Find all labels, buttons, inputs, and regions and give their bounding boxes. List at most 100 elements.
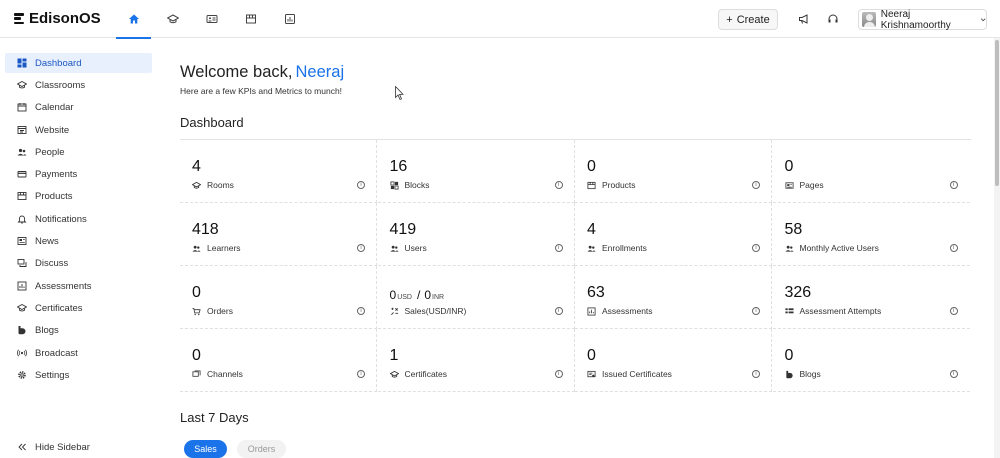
graduation-cap-icon <box>17 80 27 90</box>
sidebar-item-news[interactable]: News <box>5 231 152 251</box>
kpi-label: Users <box>404 243 427 253</box>
info-icon[interactable]: i <box>949 181 958 189</box>
id-card-icon <box>206 15 217 23</box>
headset-icon <box>828 14 838 23</box>
kpi-card-rooms: 4 Rooms i <box>180 140 377 203</box>
kpi-card-pages: 0 Pages i <box>772 140 970 203</box>
kpi-value: 326 <box>784 284 812 301</box>
kpi-value: 0 <box>784 347 794 364</box>
sidebar-item-discuss[interactable]: Discuss <box>5 253 152 273</box>
tab-classrooms[interactable] <box>153 0 192 38</box>
sidebar-item-people[interactable]: People <box>5 142 152 162</box>
sales-toggle-button[interactable]: Sales <box>184 440 227 458</box>
info-icon[interactable]: i <box>752 181 760 189</box>
tab-reports[interactable] <box>270 0 309 38</box>
user-menu[interactable]: Neeraj Krishnamoorthy <box>858 8 987 31</box>
top-bar: EdisonOS + Create Neeraj Krishnamoorthy <box>0 0 1000 39</box>
kpi-value: 16 <box>389 158 408 175</box>
kpi-value: 4 <box>192 158 201 175</box>
kpi-card-assessments: 63 Assessments i <box>575 266 772 329</box>
calendar-icon <box>17 102 27 112</box>
sidebar-item-classrooms[interactable]: Classrooms <box>5 75 152 95</box>
certificate-icon <box>17 303 27 313</box>
kpi-card-issued-certificates: 0 Issued Certificates i <box>575 329 772 392</box>
sidebar-item-website[interactable]: Website <box>5 120 152 140</box>
sidebar-item-label: Dashboard <box>35 57 82 69</box>
kpi-card-sales-usd-inr: 0USD/0INR Sales(USD/INR) i <box>377 266 575 329</box>
tab-home[interactable] <box>114 0 153 39</box>
certificate-icon <box>587 370 596 379</box>
orders-toggle-button[interactable]: Orders <box>237 440 286 458</box>
assessments-icon <box>17 281 27 291</box>
info-icon[interactable]: i <box>752 307 760 315</box>
kpi-label: Pages <box>799 180 824 190</box>
welcome-user-name: Neeraj <box>295 63 345 81</box>
sidebar-item-label: Certificates <box>35 302 83 314</box>
info-icon[interactable]: i <box>357 181 365 189</box>
sidebar-item-blogs[interactable]: Blogs <box>5 320 152 340</box>
sidebar-item-calendar[interactable]: Calendar <box>5 97 152 117</box>
info-icon[interactable]: i <box>554 244 563 252</box>
info-icon[interactable]: i <box>554 307 563 315</box>
sidebar-item-settings[interactable]: Settings <box>5 365 152 385</box>
dashboard-icon <box>17 58 27 68</box>
tab-store[interactable] <box>231 0 270 38</box>
info-icon[interactable]: i <box>752 370 760 378</box>
sidebar-item-label: News <box>35 235 59 247</box>
info-icon[interactable]: i <box>949 307 958 315</box>
tab-people[interactable] <box>192 0 231 38</box>
logo-icon <box>14 13 24 24</box>
user-name: Neeraj Krishnamoorthy <box>880 8 951 31</box>
kpi-label-row: Certificates <box>389 369 448 379</box>
sales-usd: 0 <box>389 288 397 302</box>
double-chevron-left-icon <box>17 442 27 452</box>
graduation-cap-icon <box>166 14 179 24</box>
sidebar-item-certificates[interactable]: Certificates <box>5 298 152 318</box>
app-logo[interactable]: EdisonOS <box>14 10 101 27</box>
info-icon[interactable]: i <box>949 370 958 378</box>
people-icon <box>17 147 27 157</box>
sidebar-item-label: Broadcast <box>35 347 78 359</box>
create-button[interactable]: + Create <box>718 9 778 30</box>
kpi-label: Issued Certificates <box>602 369 672 379</box>
sidebar-item-products[interactable]: Products <box>5 186 152 206</box>
info-icon[interactable]: i <box>554 370 563 378</box>
kpi-card-assessment-attempts: 326 Assessment Attempts i <box>772 266 970 329</box>
info-icon[interactable]: i <box>554 181 563 189</box>
info-icon[interactable]: i <box>357 244 365 252</box>
pages-icon <box>784 181 794 190</box>
info-icon[interactable]: i <box>752 244 760 252</box>
scrollbar-thumb[interactable] <box>995 40 999 186</box>
hide-sidebar-button[interactable]: Hide Sidebar <box>5 437 152 457</box>
kpi-card-products: 0 Products i <box>575 140 772 203</box>
kpi-label: Blocks <box>404 180 430 190</box>
megaphone-icon <box>799 14 808 24</box>
kpi-label-row: Pages <box>784 180 824 190</box>
people-icon <box>587 244 596 253</box>
kpi-label: Certificates <box>404 369 448 379</box>
kpi-value: 0USD/0INR <box>390 288 448 302</box>
kpi-label: Assessment Attempts <box>799 306 882 316</box>
kpi-label-row: Users <box>389 243 427 253</box>
info-icon[interactable]: i <box>949 244 958 252</box>
info-icon[interactable]: i <box>357 307 365 315</box>
kpi-label: Assessments <box>602 306 653 316</box>
sidebar-item-assessments[interactable]: Assessments <box>5 276 152 296</box>
kpi-label: Channels <box>207 369 243 379</box>
sidebar-item-dashboard[interactable]: Dashboard <box>5 53 152 73</box>
sidebar-item-payments[interactable]: Payments <box>5 164 152 184</box>
kpi-label-row: Assessments <box>587 306 653 316</box>
scrollbar[interactable] <box>994 38 1000 458</box>
blogs-icon <box>17 325 27 335</box>
info-icon[interactable]: i <box>357 370 365 378</box>
sidebar: Dashboard Classrooms Calendar Website Pe… <box>0 38 160 458</box>
support-button[interactable] <box>826 12 840 26</box>
sidebar-item-notifications[interactable]: Notifications <box>5 209 152 229</box>
sidebar-item-broadcast[interactable]: Broadcast <box>5 343 152 363</box>
kpi-label: Monthly Active Users <box>799 243 879 253</box>
main-content: Welcome back, Neeraj Here are a few KPIs … <box>166 38 994 458</box>
kpi-label-row: Assessment Attempts <box>784 306 882 316</box>
attempts-icon <box>784 307 794 316</box>
announcements-button[interactable] <box>797 12 811 26</box>
kpi-label: Rooms <box>207 180 234 190</box>
